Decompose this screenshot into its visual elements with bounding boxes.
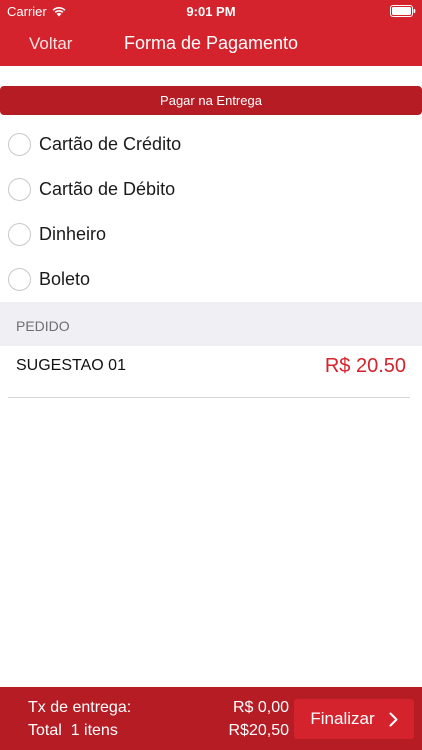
order-section-header: PEDIDO (0, 302, 422, 346)
finalize-label: Finalizar (310, 709, 375, 728)
payment-option-cash[interactable]: Dinheiro (0, 212, 422, 257)
finalize-button[interactable]: Finalizar (294, 699, 414, 739)
payment-option-label: Cartão de Crédito (39, 134, 182, 154)
radio-button[interactable] (8, 178, 31, 201)
payment-option-debit-card[interactable]: Cartão de Débito (0, 167, 422, 212)
total-value: R$20,50 (228, 722, 290, 739)
chevron-right-icon (389, 712, 398, 727)
payment-option-credit-card[interactable]: Cartão de Crédito (0, 122, 422, 167)
radio-button[interactable] (8, 268, 31, 291)
top-bar: Carrier 9:01 PM Voltar Forma de Pagament… (0, 0, 422, 66)
order-item-price: R$ 20.50 (324, 355, 406, 377)
radio-button[interactable] (8, 133, 31, 156)
payment-option-label: Boleto (39, 269, 91, 289)
battery-icon (390, 5, 416, 17)
payment-section-header: Pagar na Entrega (0, 86, 422, 115)
checkout-footer: Tx de entrega: R$ 0,00 Total 1 itens R$2… (0, 687, 422, 750)
delivery-fee-value: R$ 0,00 (232, 699, 289, 716)
nav-bar: Voltar Forma de Pagamento (0, 22, 422, 66)
order-item-row: SUGESTAO 01 R$ 20.50 (0, 346, 422, 398)
page-title: Forma de Pagamento (123, 33, 299, 53)
payment-option-label: Dinheiro (39, 224, 107, 244)
divider (8, 397, 410, 398)
delivery-fee-label: Tx de entrega: (28, 699, 132, 716)
payment-options: Cartão de Crédito Cartão de Débito Dinhe… (0, 122, 422, 302)
payment-option-boleto[interactable]: Boleto (0, 257, 422, 302)
total-label: Total 1 itens (28, 722, 118, 739)
order-item-name: SUGESTAO 01 (16, 357, 126, 374)
radio-button[interactable] (8, 223, 31, 246)
status-bar: Carrier 9:01 PM (0, 0, 422, 22)
payment-option-label: Cartão de Débito (39, 179, 176, 199)
status-time: 9:01 PM (186, 4, 236, 19)
